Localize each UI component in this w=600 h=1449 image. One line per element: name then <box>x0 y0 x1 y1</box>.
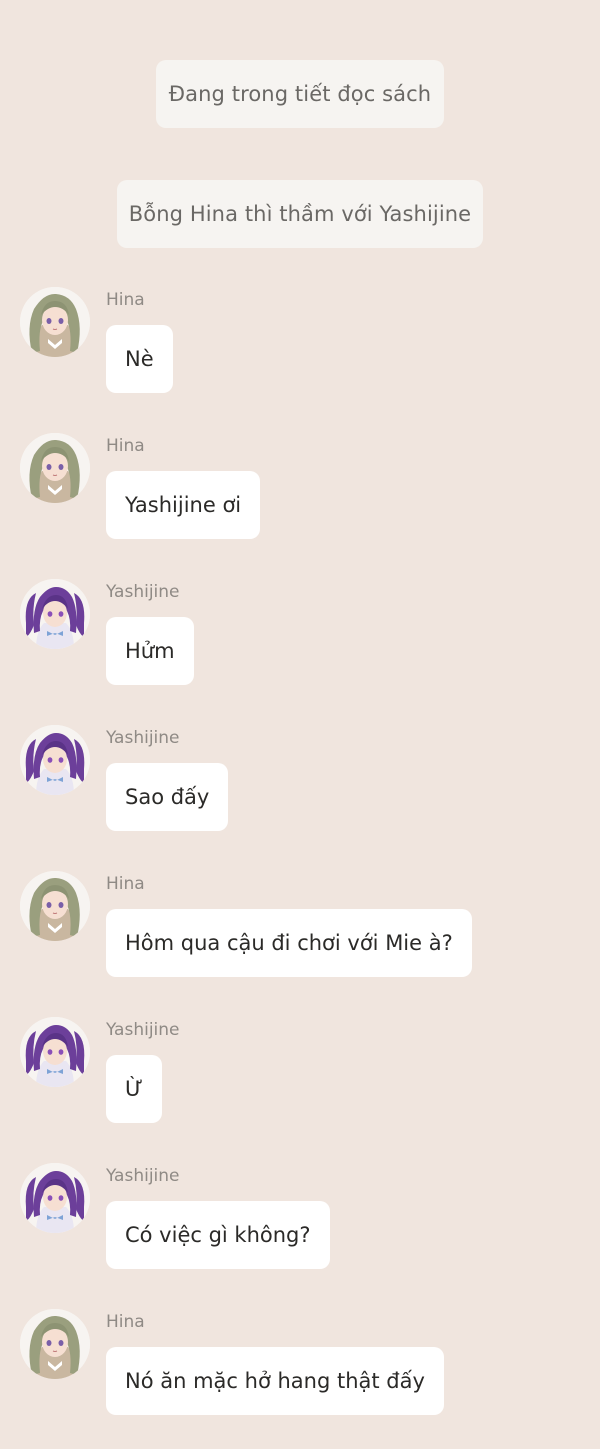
message-bubble: Sao đấy <box>106 763 229 831</box>
speaker-name: Yashijine <box>106 582 180 602</box>
chat-message: Yashijine Sao đấy <box>0 725 600 865</box>
message-bubble: Nè <box>106 325 173 393</box>
message-bubble: Có việc gì không? <box>106 1201 330 1269</box>
system-message: Bỗng Hina thì thầm với Yashijine <box>117 180 483 248</box>
yashijine-avatar-icon[interactable] <box>20 1163 90 1233</box>
message-bubble: Nó ăn mặc hở hang thật đấy <box>106 1347 444 1415</box>
hina-avatar-icon[interactable] <box>20 871 90 941</box>
system-message: Đang trong tiết đọc sách <box>156 60 444 128</box>
speaker-name: Yashijine <box>106 1020 180 1040</box>
message-bubble: Yashijine ơi <box>106 471 261 539</box>
yashijine-avatar-icon[interactable] <box>20 579 90 649</box>
message-bubble: Hôm qua cậu đi chơi với Mie à? <box>106 909 472 977</box>
chat-message: Hina Nè <box>0 287 600 427</box>
speaker-name: Hina <box>106 436 145 456</box>
speaker-name: Yashijine <box>106 1166 180 1186</box>
yashijine-avatar-icon[interactable] <box>20 725 90 795</box>
chat-message: Hina Hôm qua cậu đi chơi với Mie à? <box>0 871 600 1011</box>
chat-message: Hina Nó ăn mặc hở hang thật đấy <box>0 1309 600 1449</box>
chat-message: Yashijine Hửm <box>0 579 600 719</box>
speaker-name: Hina <box>106 874 145 894</box>
chat-message: Hina Yashijine ơi <box>0 433 600 573</box>
yashijine-avatar-icon[interactable] <box>20 1017 90 1087</box>
chat-message: Yashijine Ừ <box>0 1017 600 1157</box>
hina-avatar-icon[interactable] <box>20 433 90 503</box>
speaker-name: Hina <box>106 290 145 310</box>
speaker-name: Yashijine <box>106 728 180 748</box>
hina-avatar-icon[interactable] <box>20 287 90 357</box>
chat-message: Yashijine Có việc gì không? <box>0 1163 600 1303</box>
speaker-name: Hina <box>106 1312 145 1332</box>
hina-avatar-icon[interactable] <box>20 1309 90 1379</box>
message-bubble: Hửm <box>106 617 194 685</box>
message-bubble: Ừ <box>106 1055 163 1123</box>
